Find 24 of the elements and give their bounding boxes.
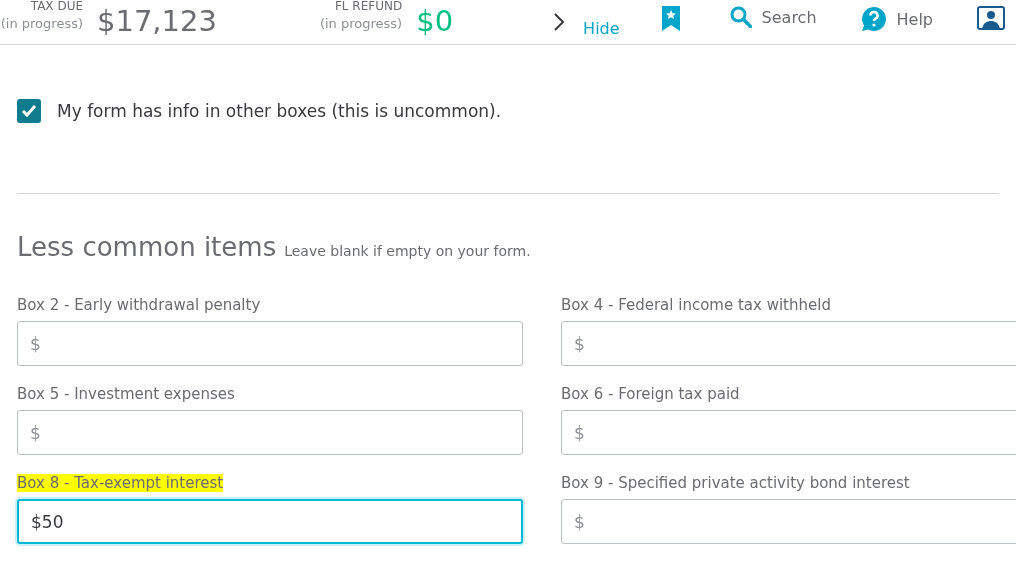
- field-label: Box 2 - Early withdrawal penalty: [17, 296, 261, 314]
- field-label: Box 8 - Tax-exempt interest: [17, 474, 224, 492]
- refund-label: FL REFUND: [334, 0, 403, 14]
- field-label: Box 9 - Specified private activity bond interest: [561, 474, 910, 492]
- section-hint: Leave blank if empty on your form.: [284, 243, 531, 259]
- search-button[interactable]: Search: [729, 6, 817, 28]
- amount-field[interactable]: $: [561, 321, 1016, 366]
- section-title: Less common items: [17, 232, 277, 262]
- field-label: Box 5 - Investment expenses: [17, 385, 235, 403]
- tax-due-label: TAX DUE: [30, 0, 83, 14]
- amount-field[interactable]: $: [561, 410, 1016, 455]
- amount-field[interactable]: $: [17, 410, 523, 455]
- progress-note: (in progress): [0, 15, 83, 33]
- amount-field[interactable]: $: [17, 321, 523, 366]
- amount-field[interactable]: $50: [17, 499, 523, 544]
- help-button[interactable]: Help: [860, 6, 934, 32]
- field-label: Box 4 - Federal income tax withheld: [561, 296, 831, 314]
- refund-amount: $0: [416, 4, 454, 38]
- tax-due-amount: $17,123: [97, 4, 217, 38]
- hide-link[interactable]: Hide: [583, 19, 620, 38]
- checkbox-label: My form has info in other boxes (this is uncommon).: [57, 101, 502, 121]
- amount-field[interactable]: $: [561, 499, 1016, 544]
- field-label: Box 6 - Foreign tax paid: [561, 385, 740, 403]
- progress-note: (in progress): [319, 15, 403, 33]
